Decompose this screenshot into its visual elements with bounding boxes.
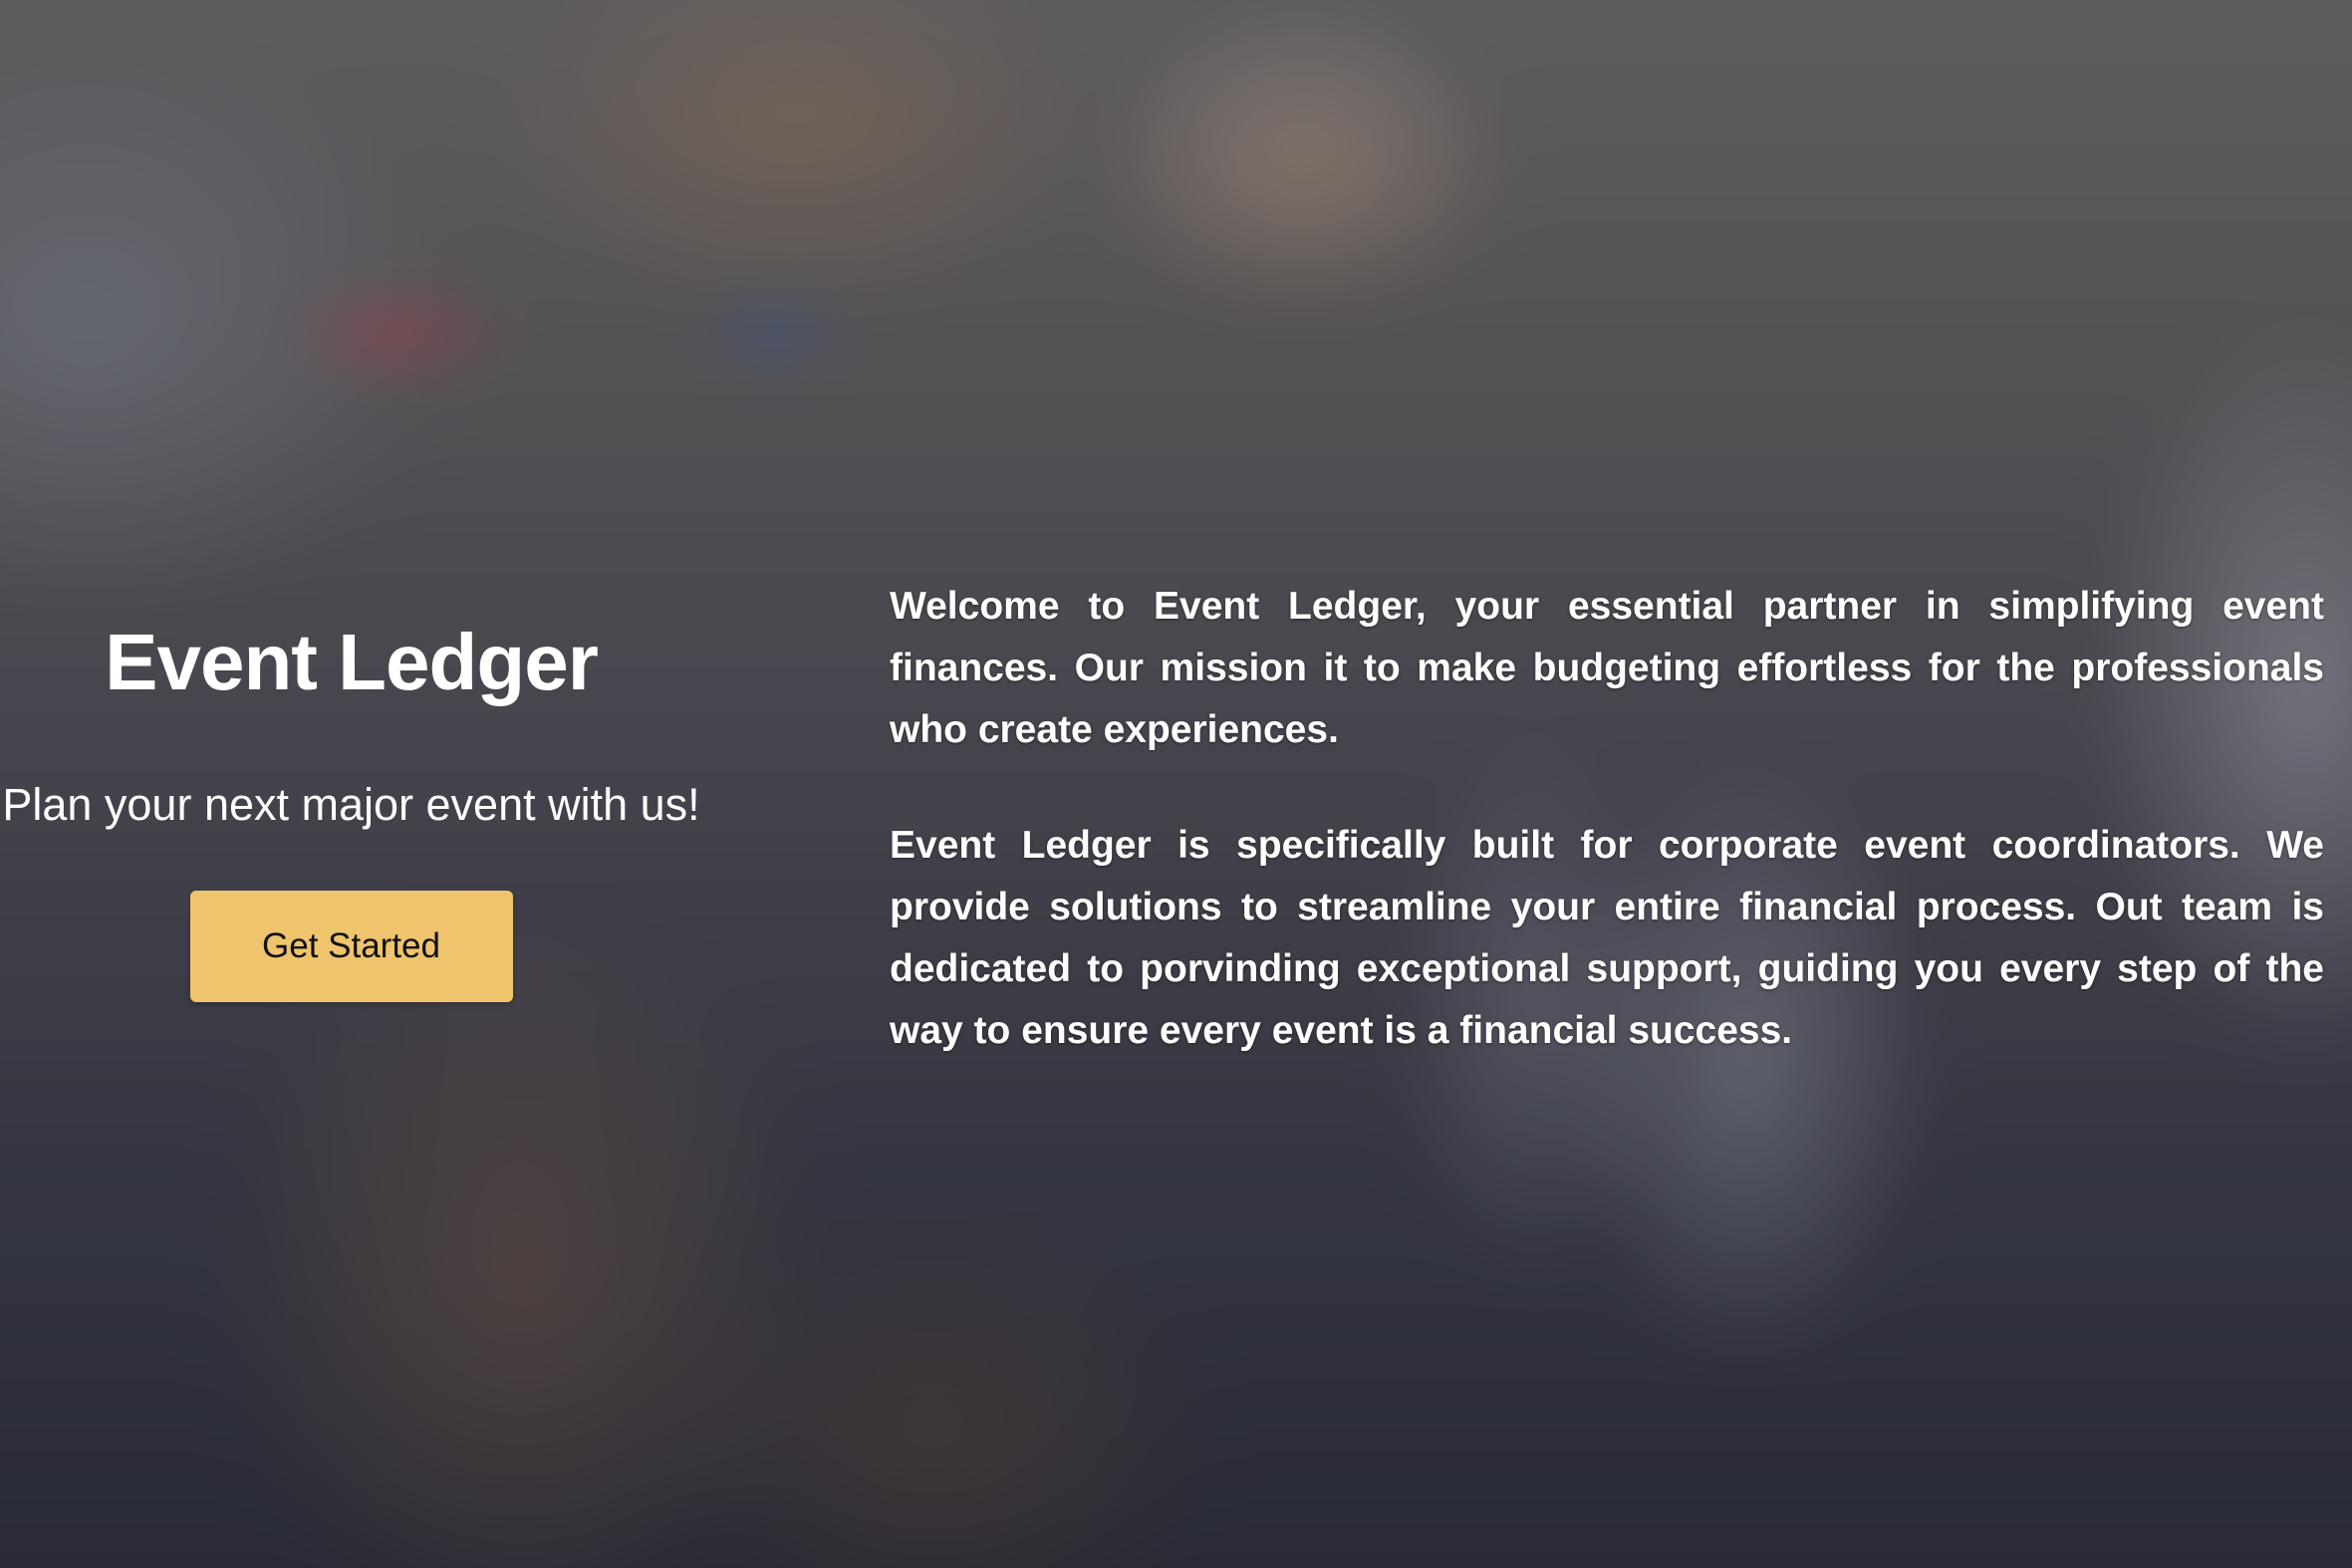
about-section: Welcome to Event Ledger, your essential … [890,576,2324,1062]
page-title: Event Ledger [105,618,599,706]
hero-intro: Event Ledger Plan your next major event … [0,598,702,1002]
hero-section: Event Ledger Plan your next major event … [0,0,2352,1568]
hero-tagline: Plan your next major event with us! [2,779,700,830]
about-paragraph-welcome: Welcome to Event Ledger, your essential … [890,585,2324,751]
get-started-button[interactable]: Get Started [189,891,513,1002]
about-paragraph-audience: Event Ledger is specifically built for c… [890,824,2324,1052]
